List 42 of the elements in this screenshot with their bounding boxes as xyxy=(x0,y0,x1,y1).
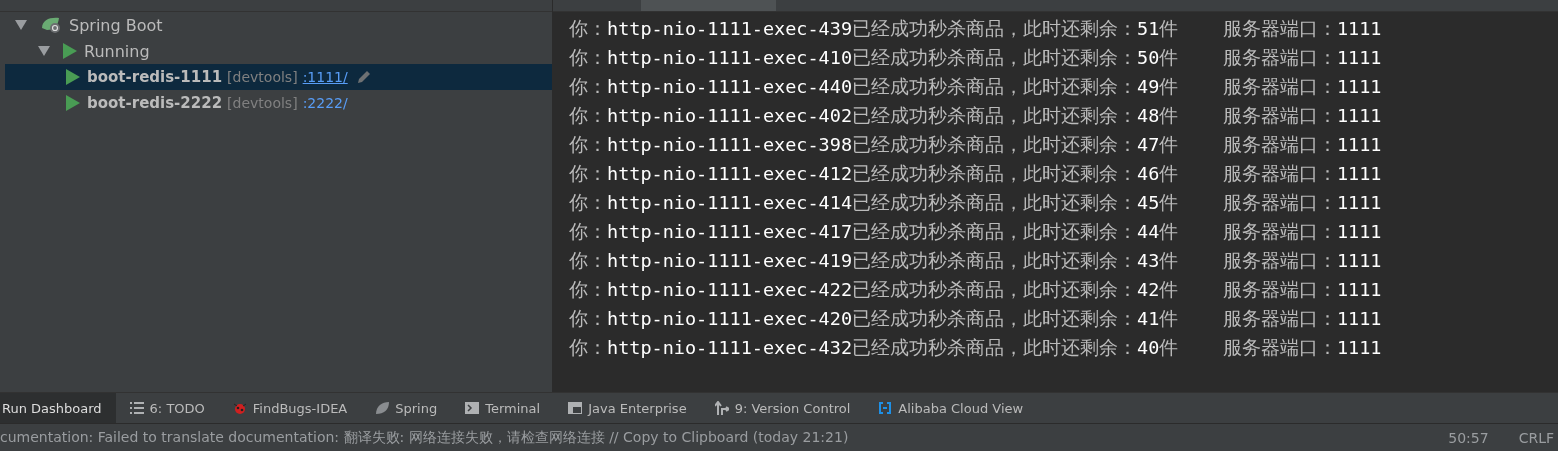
tree-item[interactable]: Running xyxy=(5,38,552,64)
console-line: 你：http-nio-1111-exec-420已经成功秒杀商品，此时还剩余：41件 服务器端口：1111 xyxy=(569,307,1383,331)
tree-item[interactable]: boot-redis-2222 [devtools] :2222/ xyxy=(5,90,552,116)
play-icon xyxy=(66,95,80,111)
port-link[interactable]: :2222/ xyxy=(302,95,348,111)
bug-icon xyxy=(232,401,247,415)
tree-item[interactable]: boot-redis-1111 [devtools] :1111/ xyxy=(5,64,552,90)
console-line: 你：http-nio-1111-exec-398已经成功秒杀商品，此时还剩余：47件 服务器端口：1111 xyxy=(569,133,1383,157)
line-ending[interactable]: CRLF xyxy=(1518,429,1554,446)
tool-tab[interactable]: Run Dashboard xyxy=(0,393,116,423)
branch-icon xyxy=(714,401,729,415)
tool-tab[interactable]: Alibaba Cloud View xyxy=(864,393,1038,423)
tool-tab[interactable]: 9: Version Control xyxy=(700,393,865,423)
leaf-icon xyxy=(375,401,390,415)
terminal-icon xyxy=(465,401,480,415)
editor-tab[interactable] xyxy=(641,0,776,11)
pencil-icon xyxy=(356,70,371,84)
play-icon xyxy=(66,69,80,85)
tool-tab[interactable]: Java Enterprise xyxy=(554,393,701,423)
play-icon xyxy=(63,43,77,59)
console-line: 你：http-nio-1111-exec-419已经成功秒杀商品，此时还剩余：43件 服务器端口：1111 xyxy=(569,249,1383,273)
table-icon xyxy=(568,401,583,415)
console-line: 你：http-nio-1111-exec-402已经成功秒杀商品，此时还剩余：48件 服务器端口：1111 xyxy=(569,104,1383,128)
bracket-icon xyxy=(878,401,893,415)
port-link[interactable]: :1111/ xyxy=(302,69,348,85)
console-line: 你：http-nio-1111-exec-422已经成功秒杀商品，此时还剩余：42件 服务器端口：1111 xyxy=(569,278,1383,302)
console-line: 你：http-nio-1111-exec-417已经成功秒杀商品，此时还剩余：44件 服务器端口：1111 xyxy=(569,220,1383,244)
leaf-power-icon xyxy=(40,16,62,34)
cursor-position[interactable]: 50:57 xyxy=(1448,429,1489,446)
status-message: cumentation: Failed to translate documentation: 翻译失败: 网络连接失败，请检查网络连接 // Copy to Clipboard (today 21:21) xyxy=(0,428,850,447)
console-line: 你：http-nio-1111-exec-432已经成功秒杀商品，此时还剩余：40件 服务器端口：1111 xyxy=(569,336,1383,360)
console-line: 你：http-nio-1111-exec-439已经成功秒杀商品，此时还剩余：51件 服务器端口：1111 xyxy=(569,17,1383,41)
tool-tab[interactable]: Terminal xyxy=(451,393,555,423)
tool-tab[interactable]: 6: TODO xyxy=(115,393,219,423)
list-icon xyxy=(129,401,144,415)
console-line: 你：http-nio-1111-exec-440已经成功秒杀商品，此时还剩余：49件 服务器端口：1111 xyxy=(569,75,1383,99)
console-line: 你：http-nio-1111-exec-410已经成功秒杀商品，此时还剩余：50件 服务器端口：1111 xyxy=(569,46,1383,70)
tool-tab[interactable]: FindBugs-IDEA xyxy=(218,393,362,423)
tool-tab[interactable]: Spring xyxy=(361,393,452,423)
tree-item[interactable]: Spring Boot xyxy=(5,12,552,38)
console-line: 你：http-nio-1111-exec-412已经成功秒杀商品，此时还剩余：46件 服务器端口：1111 xyxy=(569,162,1383,186)
console-line: 你：http-nio-1111-exec-414已经成功秒杀商品，此时还剩余：45件 服务器端口：1111 xyxy=(569,191,1383,215)
